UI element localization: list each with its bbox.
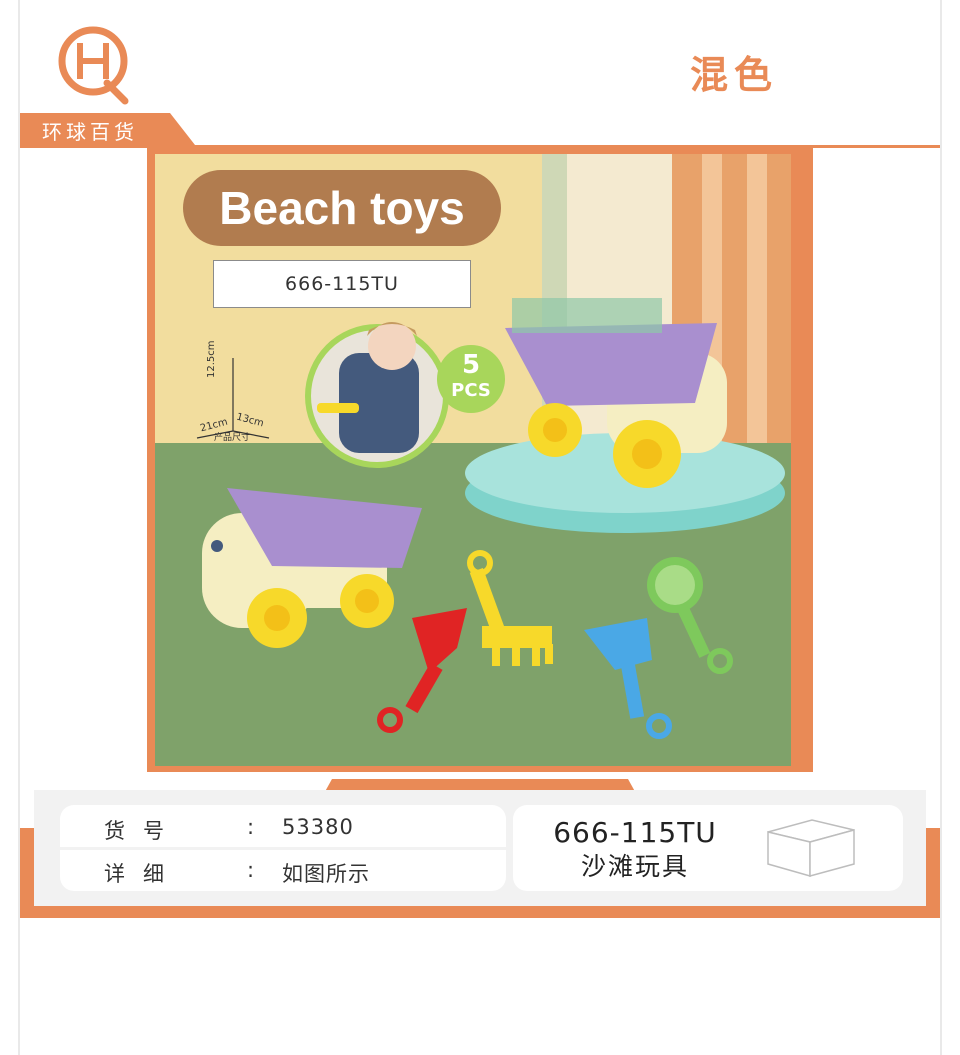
page-border-right [940,0,942,1055]
item-no-label: 货号 [104,819,182,843]
box-icon [767,819,855,877]
item-no-colon: : [247,815,255,839]
pcs-badge: 5 PCS [437,345,505,413]
info-row-item-no: 货号 : 53380 [60,807,506,849]
brand-logo-icon [58,26,129,105]
product-model-label: 666-115TU [213,260,471,308]
dimension-caption: 产品尺寸 [214,433,251,443]
product-title: Beach toys [183,170,501,246]
detail-label: 详细 [104,862,182,886]
dimension-height: 12.5cm [206,340,217,378]
brand-name: 环球百货 [42,120,138,144]
detail-colon: : [247,858,255,882]
pcs-label: PCS [451,380,491,401]
pcs-count: 5 [461,350,481,380]
color-label: 混色 [690,53,779,97]
detail-value: 如图所示 [282,862,370,886]
info-row-detail: 详细 : 如图所示 [60,850,506,892]
item-no-value: 53380 [282,815,354,839]
model-code: 666-115TU [553,816,717,849]
product-name: 沙滩玩具 [580,852,689,881]
